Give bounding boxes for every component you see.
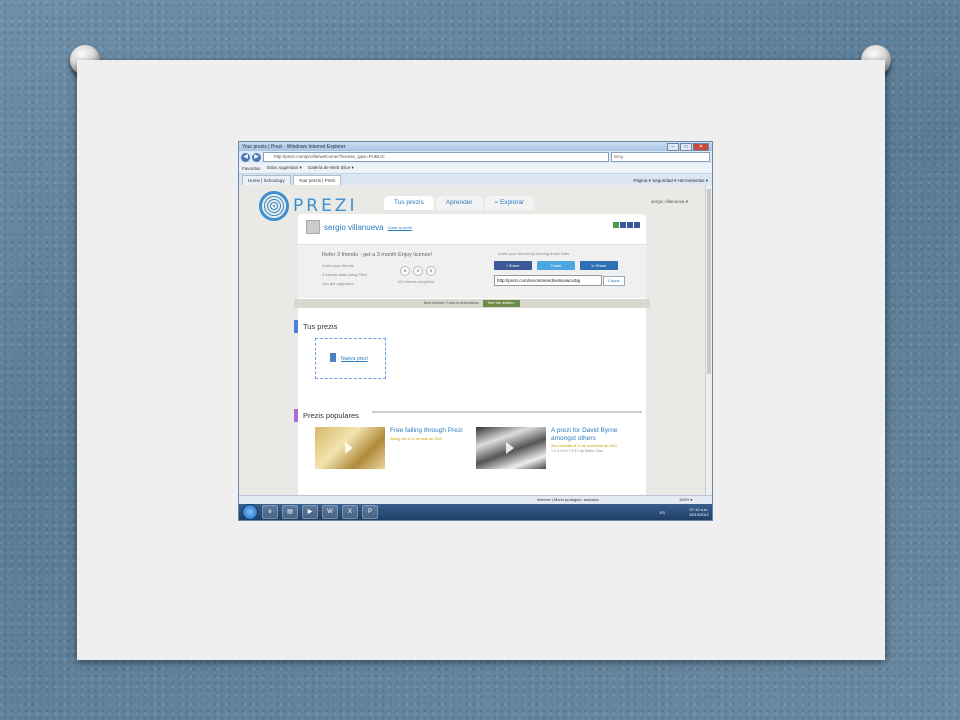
invite-text: Invite your friends by sharing these lin… <box>498 251 570 256</box>
user-menu[interactable]: sergio villanueva ▾ <box>651 199 688 205</box>
popular-meta-1: Wiang Lee el 11 de junio de 2012 <box>390 437 442 441</box>
ie-taskbar-icon[interactable]: e <box>262 505 278 519</box>
new-prezi-button[interactable]: Nueva prezi <box>315 338 386 379</box>
excel-taskbar-icon[interactable]: X <box>342 505 358 519</box>
powerpoint-taskbar-icon[interactable]: P <box>362 505 378 519</box>
scrollbar[interactable] <box>705 185 712 495</box>
linkedin-icon[interactable] <box>634 222 640 228</box>
tab-prezi[interactable]: Your prezis | Prezi <box>292 175 341 185</box>
search-input[interactable]: Bing <box>611 152 710 162</box>
zoom-level[interactable]: 100% ▾ <box>679 496 692 504</box>
scroll-thumb[interactable] <box>707 189 711 374</box>
taskbar: e ▤ ▶ W X P ES 07:10 a.m. 15/10/2012 <box>239 504 712 520</box>
popular-section: Prezis populares <box>294 409 359 422</box>
explorer-taskbar-icon[interactable]: ▤ <box>282 505 298 519</box>
forward-icon[interactable]: ▶ <box>252 152 261 162</box>
tweet-button[interactable]: Tweet <box>537 261 575 270</box>
progress-circle: 0 <box>426 266 436 276</box>
section-marker <box>294 320 298 333</box>
start-button[interactable] <box>242 504 258 520</box>
social-icons <box>613 222 640 228</box>
prezi-logo-text: PREZI <box>293 196 358 216</box>
popular-title-2[interactable]: A prezi for David Byrne amongst others <box>551 427 631 443</box>
profile-name: sergio villanueva <box>324 222 384 232</box>
list-item: You get upgraded <box>322 281 354 286</box>
your-prezis-section: Tus prezis <box>294 320 337 333</box>
browser-screenshot: Your prezis | Prezi - Windows Internet E… <box>238 141 713 521</box>
command-bar[interactable]: Página ▾ Seguridad ▾ Herramientas ▾ <box>633 176 712 185</box>
maximize-button[interactable]: □ <box>680 142 692 151</box>
fav-item-galeria[interactable]: Galería de Web Slice ▾ <box>308 165 354 171</box>
status-bar: Internet | Modo protegido: activado 100%… <box>239 495 712 504</box>
new-document-icon <box>330 353 336 362</box>
linkedin-share-button[interactable]: in Share <box>580 261 618 270</box>
security-zone: Internet | Modo protegido: activado <box>537 497 599 502</box>
profile-header: sergio villanueva Crear tu perfil <box>306 220 412 234</box>
prezi-logo-icon <box>259 191 289 221</box>
tab-tus-prezis[interactable]: Tus prezis <box>384 196 434 210</box>
section-title: Prezis populares <box>303 411 359 420</box>
referral-count: 0/3 referrals completed <box>398 280 434 284</box>
word-taskbar-icon[interactable]: W <box>322 505 338 519</box>
referral-progress: 0 0 0 <box>400 266 436 276</box>
popular-title-1[interactable]: Free falling through Prezi <box>390 427 468 435</box>
play-icon <box>506 442 514 454</box>
section-marker <box>294 409 298 422</box>
main-card: sergio villanueva Crear tu perfil Refer … <box>294 214 650 495</box>
share-buttons: f Share Tweet in Share <box>494 261 618 270</box>
divider <box>372 411 642 413</box>
see-details-button[interactable]: See the details › <box>482 300 521 307</box>
prezi-page: PREZI Tus prezis Aprender ⌕ Explorar ser… <box>239 185 706 495</box>
popular-thumb-1[interactable] <box>315 427 385 469</box>
close-button[interactable]: ✕ <box>693 142 709 151</box>
referral-panel: Refer 3 friends - get a 3 month Enjoy li… <box>298 244 646 298</box>
popular-thumb-2[interactable] <box>476 427 546 469</box>
clock[interactable]: 07:10 a.m. 15/10/2012 <box>688 507 712 517</box>
progress-circle: 0 <box>413 266 423 276</box>
tab-aprender[interactable]: Aprender <box>435 196 483 210</box>
list-item: Invite your friends <box>322 263 354 268</box>
favorites-bar: Favoritos Sitios sugeridos ▾ Galería de … <box>239 163 712 174</box>
url-input[interactable]: http://prezi.com/profile/welcome/?licens… <box>263 152 609 162</box>
referral-steps: Invite your friends 3 friends start usin… <box>322 261 367 288</box>
feature-banner: New feature: Fade-in Animations See the … <box>294 299 650 308</box>
favorites-button[interactable]: Favoritos <box>242 166 261 171</box>
list-item: 3 friends start using Prezi <box>322 272 368 277</box>
window-title: Your prezis | Prezi - Windows Internet E… <box>242 143 346 150</box>
language-indicator[interactable]: ES <box>660 510 665 515</box>
avatar <box>306 220 320 234</box>
email-icon[interactable] <box>613 222 619 228</box>
address-bar: ◀ ▶ http://prezi.com/profile/welcome/?li… <box>239 151 712 163</box>
facebook-icon[interactable] <box>620 222 626 228</box>
tab-schoology[interactable]: Home | Schoology <box>242 175 291 185</box>
play-icon <box>345 442 353 454</box>
twitter-icon[interactable] <box>627 222 633 228</box>
fav-item-sugeridos[interactable]: Sitios sugeridos ▾ <box>267 165 302 171</box>
clock-date: 15/10/2012 <box>688 512 709 517</box>
feature-text: New feature: Fade-in Animations <box>423 301 479 305</box>
popular-meta-2b: 1 2 3 4 5 6 7 8 9 ◊ by Sebco Tone <box>551 449 604 453</box>
progress-circle: 0 <box>400 266 410 276</box>
prezi-nav: Tus prezis Aprender ⌕ Explorar <box>384 196 535 210</box>
section-title: Tus prezis <box>303 322 338 331</box>
back-icon[interactable]: ◀ <box>241 152 250 162</box>
referral-heading: Refer 3 friends - get a 3 month Enjoy li… <box>322 252 433 258</box>
window-titlebar: Your prezis | Prezi - Windows Internet E… <box>239 142 712 151</box>
media-taskbar-icon[interactable]: ▶ <box>302 505 318 519</box>
facebook-share-button[interactable]: f Share <box>494 261 532 270</box>
new-prezi-label: Nueva prezi <box>341 356 368 362</box>
minimize-button[interactable]: – <box>667 142 679 151</box>
create-profile-link[interactable]: Crear tu perfil <box>388 225 412 230</box>
referral-link-field[interactable]: http://prezi.com/recommend/xv8oowcu3aj <box>494 275 602 286</box>
tab-explorar[interactable]: ⌕ Explorar <box>484 196 535 210</box>
copy-button[interactable]: Copiar <box>603 276 625 286</box>
